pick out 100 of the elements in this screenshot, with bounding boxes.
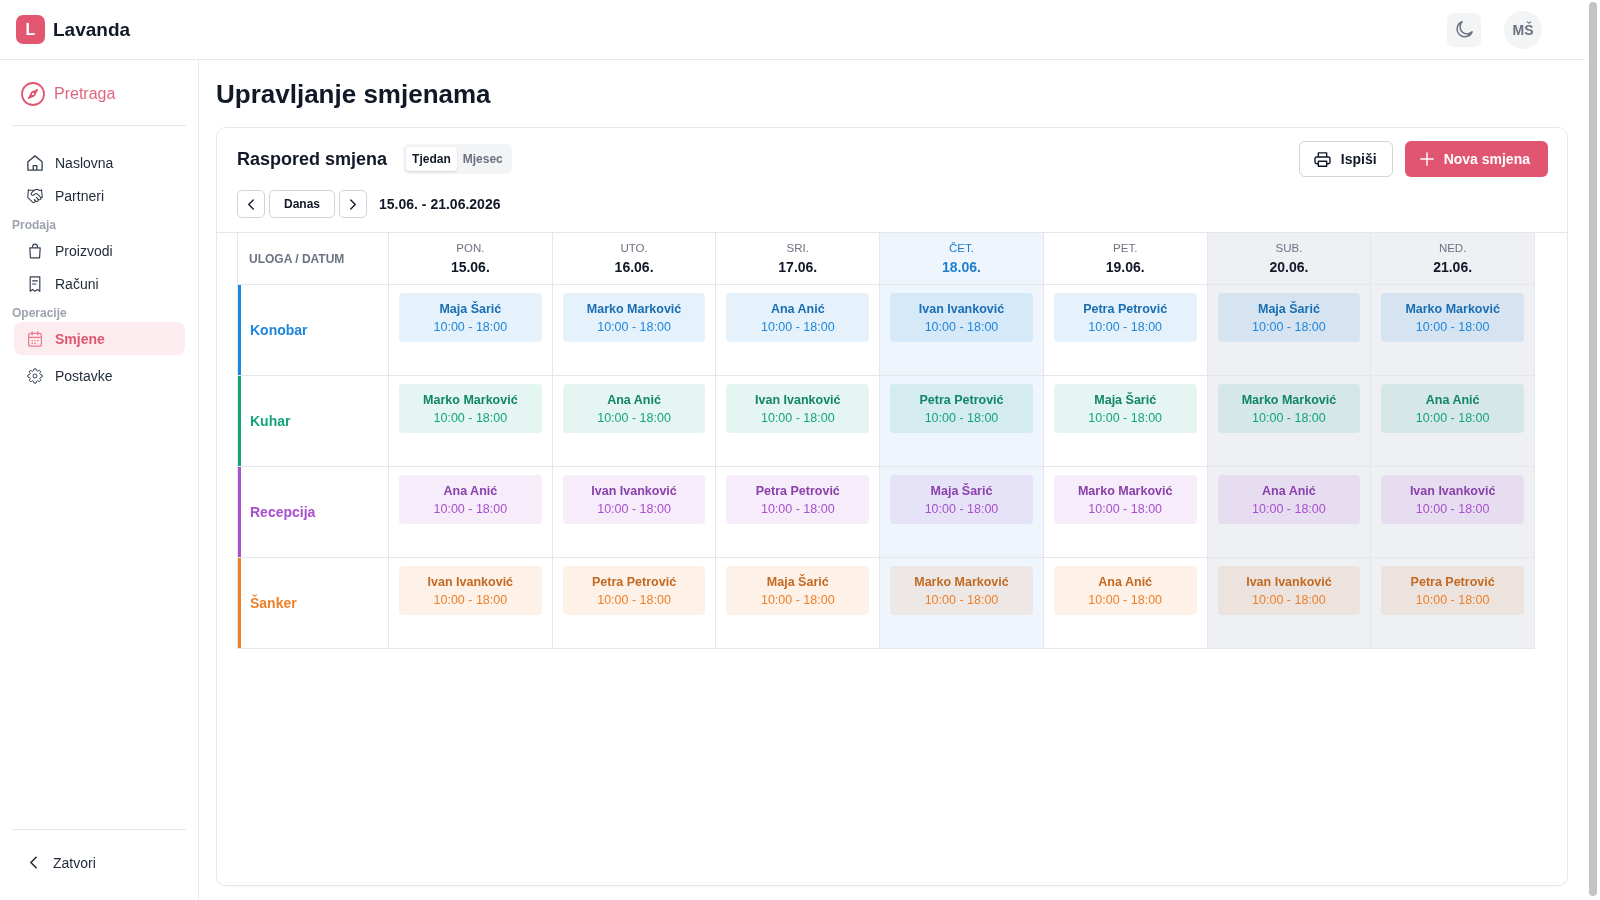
employee-name: Maja Šarić [1094, 392, 1157, 407]
employee-name: Ana Anić [1098, 574, 1153, 589]
employee-name: Ana Anić [1262, 483, 1316, 498]
date-label: 21.06. [1433, 259, 1473, 275]
chevron-right-icon [350, 198, 357, 210]
previous-week-button[interactable] [237, 190, 265, 218]
date-label: 16.06. [614, 259, 654, 275]
employee-name: Maja Šarić [930, 483, 993, 498]
shift-card[interactable]: Maja Šarić 10:00 - 18:00 [726, 566, 870, 615]
shift-card[interactable]: Marko Marković 10:00 - 18:00 [562, 293, 706, 342]
employee-name: Petra Petrović [919, 392, 1004, 407]
shift-card[interactable]: Petra Petrović 10:00 - 18:00 [1053, 293, 1197, 342]
nav-item[interactable]: Postavke [14, 359, 185, 392]
shift-time: 10:00 - 18:00 [1252, 501, 1326, 516]
weekday-label: PET. [1113, 242, 1138, 254]
employee-name: Ivan Ivanković [755, 392, 841, 407]
employee-name: Ivan Ivanković [591, 483, 677, 498]
card-title: Raspored smjena [237, 148, 388, 170]
employee-name: Ana Anić [443, 483, 498, 498]
shift-card[interactable]: Petra Petrović 10:00 - 18:00 [1381, 566, 1524, 615]
employee-name: Petra Petrović [1083, 301, 1168, 316]
shift-card[interactable]: Ana Anić 10:00 - 18:00 [726, 293, 870, 342]
next-week-button[interactable] [339, 190, 368, 218]
shift-card[interactable]: Ivan Ivanković 10:00 - 18:00 [1381, 475, 1524, 524]
shift-card[interactable]: Ana Anić 10:00 - 18:00 [1217, 475, 1361, 524]
chevron-left-icon [30, 856, 37, 869]
shift-card[interactable]: Ivan Ivanković 10:00 - 18:00 [890, 293, 1033, 342]
employee-name: Ivan Ivanković [1409, 483, 1496, 498]
shift-time: 10:00 - 18:00 [924, 501, 999, 516]
shift-time: 10:00 - 18:00 [1088, 501, 1163, 516]
shift-card[interactable]: Petra Petrović 10:00 - 18:00 [726, 475, 870, 524]
shift-time: 10:00 - 18:00 [1088, 410, 1163, 425]
moon-icon [1455, 21, 1473, 38]
nav-item[interactable]: Proizvodi [14, 234, 185, 267]
shift-card[interactable]: Ana Anić 10:00 - 18:00 [399, 475, 542, 524]
print-button[interactable]: Ispiši [1298, 141, 1393, 177]
employee-name: Maja Šarić [1258, 301, 1320, 316]
shift-card[interactable]: Ivan Ivanković 10:00 - 18:00 [562, 475, 706, 524]
calendar-icon [27, 330, 43, 347]
employee-name: Maja Šarić [766, 574, 829, 589]
shift-card[interactable]: Marko Marković 10:00 - 18:00 [1053, 475, 1197, 524]
employee-name: Ana Anić [1425, 392, 1480, 407]
shift-card[interactable]: Marko Marković 10:00 - 18:00 [399, 384, 542, 433]
weekday-label: NED. [1438, 242, 1467, 254]
shift-card[interactable]: Ana Anić 10:00 - 18:00 [1053, 566, 1197, 615]
shift-card[interactable]: Maja Šarić 10:00 - 18:00 [1053, 384, 1197, 433]
shift-card[interactable]: Marko Marković 10:00 - 18:00 [1217, 384, 1361, 433]
shift-card[interactable]: Ivan Ivanković 10:00 - 18:00 [726, 384, 870, 433]
shift-card[interactable]: Ivan Ivanković 10:00 - 18:00 [1217, 566, 1361, 615]
section-heading: Prodaja [12, 217, 57, 234]
weekday-label: UTO. [620, 242, 648, 254]
date-label: 20.06. [1269, 259, 1309, 275]
shift-time: 10:00 - 18:00 [1415, 319, 1490, 334]
shift-card[interactable]: Ivan Ivanković 10:00 - 18:00 [399, 566, 542, 615]
shift-time: 10:00 - 18:00 [433, 501, 508, 516]
role-label: Šanker [249, 595, 297, 611]
role-label: Konobar [249, 322, 308, 338]
shift-card[interactable]: Petra Petrović 10:00 - 18:00 [890, 384, 1033, 433]
section-heading: Operacije [12, 305, 68, 322]
column-header: ULOGA / DATUM [249, 251, 345, 266]
shift-time: 10:00 - 18:00 [760, 592, 835, 607]
page-title: Upravljanje smjenama [216, 78, 492, 110]
nav-item[interactable]: Smjene [14, 322, 185, 355]
nav-item[interactable]: Naslovna [14, 146, 185, 179]
nav-item[interactable]: Računi [14, 267, 185, 300]
shift-card[interactable]: Ana Anić 10:00 - 18:00 [1381, 384, 1524, 433]
shift-card[interactable]: Maja Šarić 10:00 - 18:00 [890, 475, 1033, 524]
employee-name: Marko Marković [914, 574, 1009, 589]
date-label: 18.06. [942, 259, 981, 275]
shift-card[interactable]: Petra Petrović 10:00 - 18:00 [562, 566, 706, 615]
role-label: Kuhar [249, 413, 291, 429]
weekday-label: SRI. [786, 242, 809, 254]
employee-name: Marko Marković [1077, 483, 1173, 498]
shift-card[interactable]: Maja Šarić 10:00 - 18:00 [399, 293, 542, 342]
theme-toggle-button[interactable] [1447, 12, 1481, 47]
shift-time: 10:00 - 18:00 [597, 501, 671, 516]
shift-time: 10:00 - 18:00 [433, 319, 508, 334]
scrollbar-thumb[interactable] [1588, 2, 1597, 896]
user-avatar[interactable]: MŠ [1504, 10, 1542, 49]
new-shift-button[interactable]: Nova smjena [1404, 141, 1548, 177]
employee-name: Petra Petrović [1410, 574, 1495, 589]
receipt-icon [27, 275, 43, 292]
plus-icon [1419, 152, 1434, 166]
shift-card[interactable]: Ana Anić 10:00 - 18:00 [562, 384, 706, 433]
date-label: 19.06. [1105, 259, 1145, 275]
gear-icon [27, 367, 43, 384]
close-sidebar-button[interactable]: Zatvori [14, 846, 185, 879]
shift-card[interactable]: Maja Šarić 10:00 - 18:00 [1217, 293, 1361, 342]
nav-item[interactable]: Partneri [14, 179, 185, 212]
view-tab[interactable]: Mjesec [456, 147, 509, 171]
shift-time: 10:00 - 18:00 [1415, 410, 1490, 425]
role-label: Recepcija [249, 504, 316, 520]
compass-icon [21, 82, 45, 106]
shift-card[interactable]: Marko Marković 10:00 - 18:00 [890, 566, 1033, 615]
shift-card[interactable]: Marko Marković 10:00 - 18:00 [1381, 293, 1524, 342]
search-button[interactable]: Pretraga [12, 81, 116, 107]
shift-time: 10:00 - 18:00 [924, 592, 999, 607]
today-button[interactable]: Danas [269, 190, 336, 218]
view-tab[interactable]: Tjedan [406, 147, 457, 171]
employee-name: Petra Petrović [592, 574, 677, 589]
